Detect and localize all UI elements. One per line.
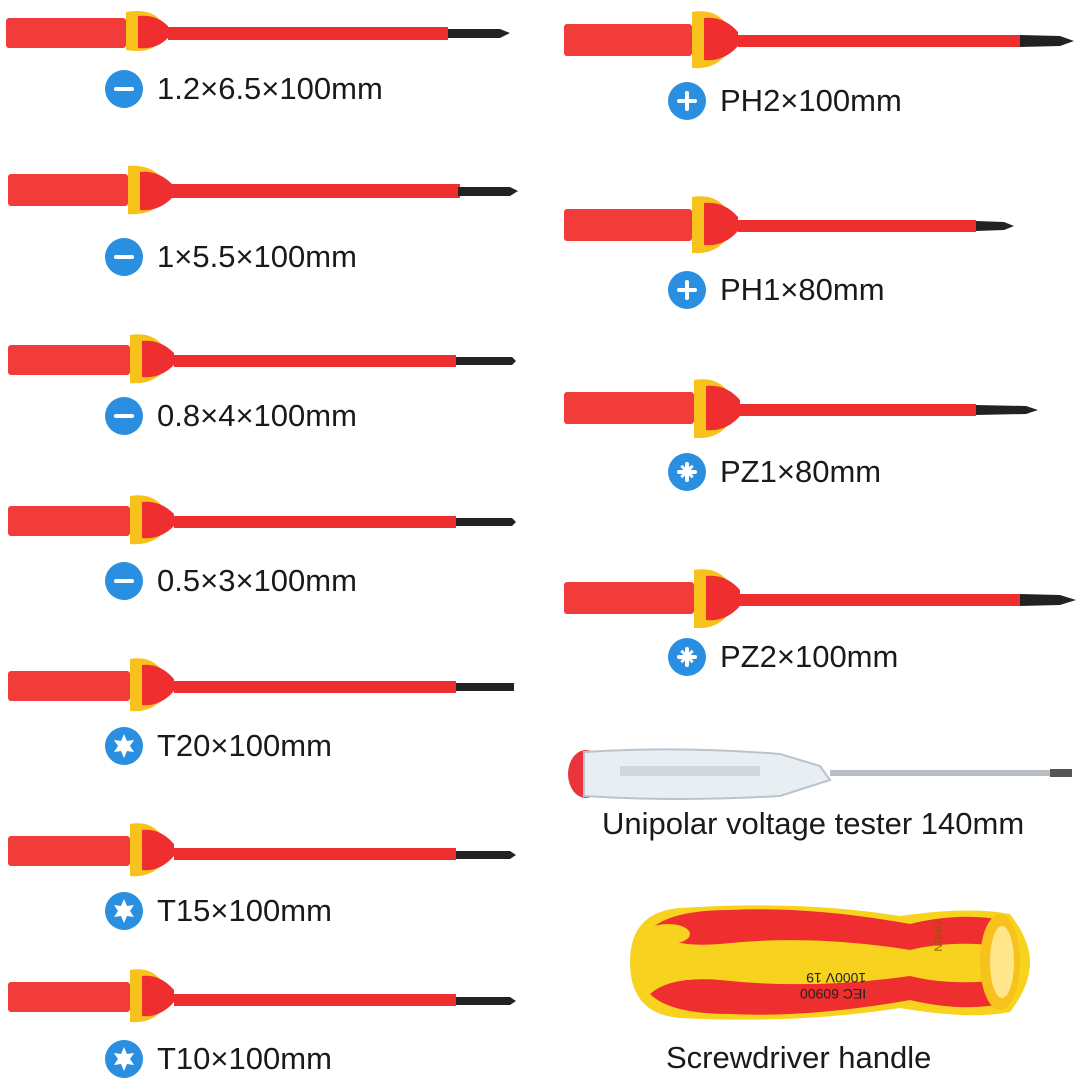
- slotted-minus-icon: [105, 397, 143, 435]
- size-label: T10×100mm: [157, 1041, 332, 1076]
- screwdriver-blade-image: [564, 11, 1074, 69]
- blade-torx-3: T10×100mm: [0, 968, 540, 1080]
- size-label: T20×100mm: [157, 728, 332, 763]
- blade-pozidriv-1: PZ1×80mm: [560, 378, 1080, 498]
- screwdriver-blade-image: [8, 823, 516, 877]
- voltage-tester-image: [568, 748, 1072, 800]
- pozidriv-star-icon: [668, 638, 706, 676]
- handle-print: IEC 60900 1000V 19: [800, 970, 866, 1002]
- blade-pozidriv-2: PZ2×100mm: [560, 568, 1080, 688]
- screwdriver-blade-image: [6, 11, 510, 51]
- screwdriver-blade-image: [8, 495, 516, 545]
- screwdriver-blade-image: [8, 165, 518, 215]
- size-label: PH1×80mm: [720, 272, 885, 307]
- screwdriver-blade-image: [564, 196, 1014, 254]
- torx-star-icon: [105, 727, 143, 765]
- screwdriver-blade-image: [8, 334, 516, 384]
- handle-print-line-1: IEC 60900: [800, 986, 867, 1002]
- screwdriver-blade-image: [564, 379, 1038, 438]
- size-label: PZ1×80mm: [720, 454, 882, 489]
- blade-phillips-2: PH1×80mm: [560, 195, 1080, 315]
- size-label: PH2×100mm: [720, 83, 902, 118]
- blade-slotted-1: 1.2×6.5×100mm: [0, 0, 540, 120]
- blade-phillips-1: PH2×100mm: [560, 10, 1080, 130]
- size-label: 1×5.5×100mm: [157, 239, 357, 274]
- size-label: 0.5×3×100mm: [157, 563, 357, 598]
- phillips-plus-icon: [668, 82, 706, 120]
- slotted-minus-icon: [105, 70, 143, 108]
- slotted-minus-icon: [105, 238, 143, 276]
- screwdriver-blade-image: [564, 569, 1076, 628]
- handle-side-text: OPEN: [931, 920, 944, 952]
- screwdriver-handle: IEC 60900 1000V 19 OPEN Screwdriver hand…: [600, 900, 1060, 1080]
- handle-label: Screwdriver handle: [666, 1040, 932, 1075]
- size-label: 0.8×4×100mm: [157, 398, 357, 433]
- torx-star-icon: [105, 1040, 143, 1078]
- torx-star-icon: [105, 892, 143, 930]
- size-label: 1.2×6.5×100mm: [157, 71, 383, 106]
- blade-slotted-2: 1×5.5×100mm: [0, 160, 540, 280]
- size-label: T15×100mm: [157, 893, 332, 928]
- size-label: PZ2×100mm: [720, 639, 899, 674]
- phillips-plus-icon: [668, 271, 706, 309]
- handle-image: [630, 905, 1030, 1020]
- screwdriver-blade-image: [8, 658, 514, 712]
- blade-slotted-4: 0.5×3×100mm: [0, 490, 540, 610]
- screwdriver-blade-image: [8, 969, 516, 1023]
- pozidriv-star-icon: [668, 453, 706, 491]
- voltage-tester: Unipolar voltage tester 140mm: [560, 740, 1080, 850]
- handle-print-line-2: 1000V 19: [806, 970, 867, 986]
- slotted-minus-icon: [105, 562, 143, 600]
- blade-torx-1: T20×100mm: [0, 655, 540, 775]
- blade-slotted-3: 0.8×4×100mm: [0, 325, 540, 445]
- tester-label: Unipolar voltage tester 140mm: [602, 806, 1025, 841]
- blade-torx-2: T15×100mm: [0, 820, 540, 940]
